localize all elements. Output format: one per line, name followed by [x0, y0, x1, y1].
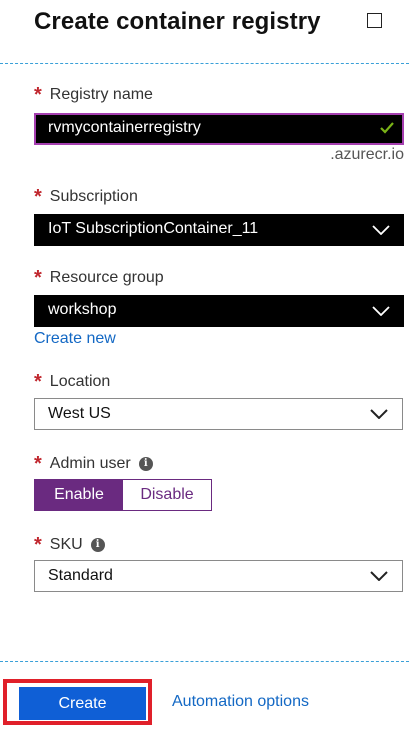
chevron-down-icon	[370, 571, 388, 581]
required-marker: *	[34, 186, 42, 208]
info-icon[interactable]: i	[90, 538, 105, 552]
required-marker: *	[34, 534, 42, 556]
header-divider	[0, 63, 409, 64]
sku-dropdown[interactable]: Standard	[34, 560, 403, 592]
page-title: Create container registry	[34, 8, 321, 35]
location-label: Location	[49, 373, 111, 390]
sku-label: SKU	[49, 536, 83, 553]
required-marker: *	[34, 371, 42, 393]
admin-user-toggle[interactable]: Enable Disable	[34, 479, 212, 511]
subscription-label: Subscription	[49, 188, 138, 205]
admin-user-label-row: * Admin user i	[34, 453, 153, 475]
disable-option[interactable]: Disable	[123, 480, 211, 510]
registry-name-label: Registry name	[49, 86, 153, 103]
subscription-dropdown[interactable]: IoT SubscriptionContainer_11	[34, 214, 404, 246]
registry-name-label-row: * Registry name	[34, 84, 153, 106]
sku-label-row: * SKU i	[34, 534, 105, 556]
enable-option[interactable]: Enable	[35, 480, 123, 510]
create-new-link[interactable]: Create new	[34, 330, 116, 348]
registry-domain-suffix: .azurecr.io	[330, 146, 404, 163]
admin-user-label: Admin user	[49, 455, 131, 472]
chevron-down-icon	[372, 225, 390, 235]
location-label-row: * Location	[34, 371, 111, 393]
automation-options-link[interactable]: Automation options	[172, 693, 309, 711]
chevron-down-icon	[372, 306, 390, 316]
location-value: West US	[48, 405, 111, 422]
required-marker: *	[34, 453, 42, 475]
registry-name-value: rvmycontainerregistry	[48, 119, 201, 136]
sku-value: Standard	[48, 567, 113, 584]
maximize-icon[interactable]	[367, 13, 382, 28]
location-dropdown[interactable]: West US	[34, 398, 403, 430]
resource-group-label-row: * Resource group	[34, 267, 164, 289]
required-marker: *	[34, 84, 42, 106]
required-marker: *	[34, 267, 42, 289]
resource-group-dropdown[interactable]: workshop	[34, 295, 404, 327]
footer-divider	[0, 661, 409, 662]
chevron-down-icon	[370, 409, 388, 419]
info-icon[interactable]: i	[138, 457, 153, 471]
resource-group-label: Resource group	[49, 269, 164, 286]
resource-group-value: workshop	[48, 301, 117, 318]
registry-name-input[interactable]: rvmycontainerregistry	[34, 113, 404, 145]
subscription-label-row: * Subscription	[34, 186, 138, 208]
create-button[interactable]: Create	[19, 687, 146, 720]
subscription-value: IoT SubscriptionContainer_11	[48, 220, 259, 237]
checkmark-icon	[380, 122, 394, 134]
